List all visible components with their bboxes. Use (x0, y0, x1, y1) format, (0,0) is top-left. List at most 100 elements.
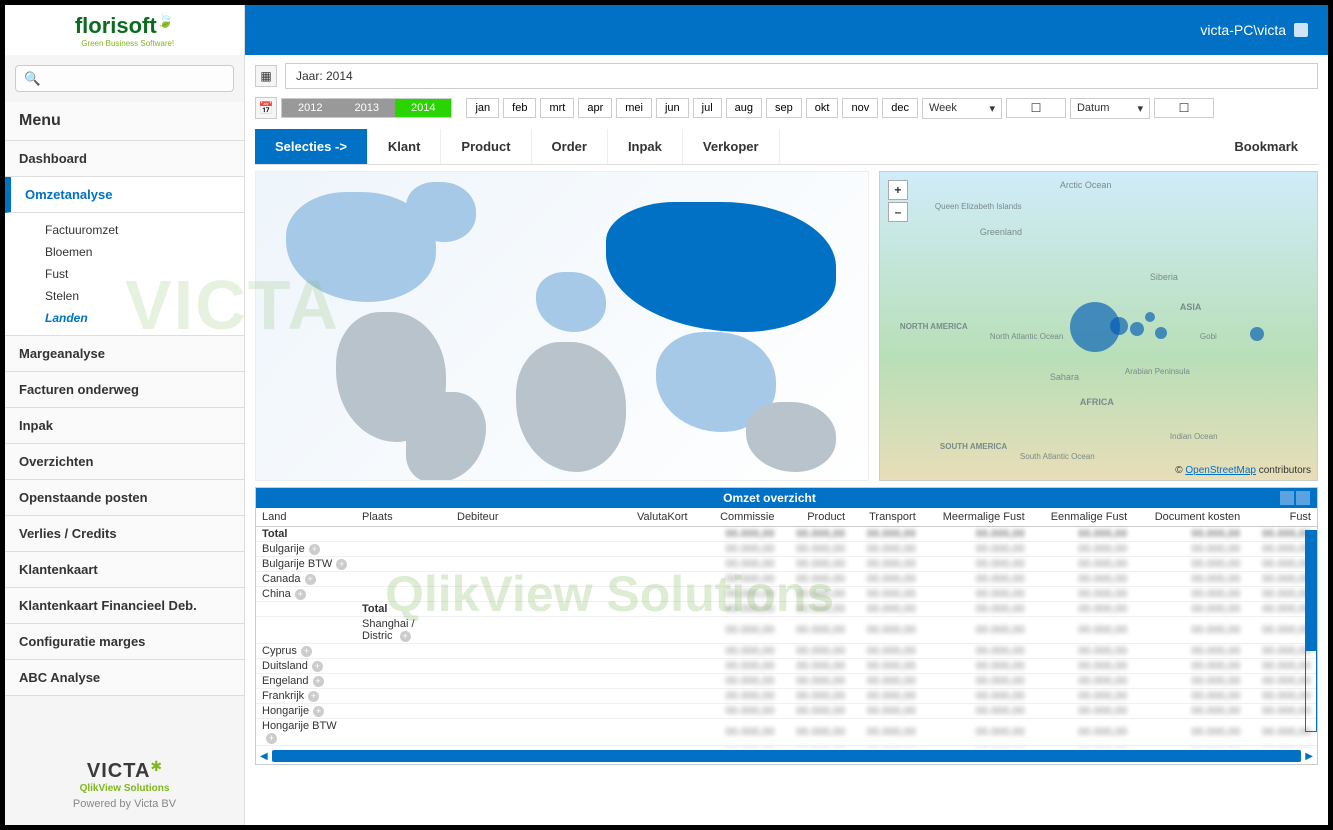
expand-icon[interactable]: + (313, 706, 324, 717)
month-jul[interactable]: jul (693, 98, 722, 118)
tab-klant[interactable]: Klant (368, 129, 442, 164)
table-row[interactable]: Bulgarije BTW+00.000,0000.000,0000.000,0… (256, 557, 1317, 572)
tab-inpak[interactable]: Inpak (608, 129, 683, 164)
expand-icon[interactable]: + (400, 631, 411, 642)
col-transport[interactable]: Transport (851, 508, 922, 527)
date-dropdown[interactable]: Datum▾ (1070, 98, 1150, 119)
table-row[interactable]: Cyprus+00.000,0000.000,0000.000,0000.000… (256, 644, 1317, 659)
month-jun[interactable]: jun (656, 98, 689, 118)
chevron-down-icon: ▾ (1137, 102, 1143, 115)
data-table: Land Plaats Debiteur ValutaKort Commissi… (256, 508, 1317, 748)
table-row[interactable]: Hongarije BTW+00.000,0000.000,0000.000,0… (256, 719, 1317, 746)
month-mei[interactable]: mei (616, 98, 652, 118)
col-land[interactable]: Land (256, 508, 356, 527)
scroll-left-icon[interactable]: ◀ (260, 751, 268, 762)
year-display[interactable]: Jaar: 2014 (285, 63, 1318, 89)
calendar-icon[interactable]: ▦ (255, 65, 277, 87)
tab-product[interactable]: Product (441, 129, 531, 164)
export-icon[interactable] (1296, 491, 1310, 505)
col-valutakort[interactable]: ValutaKort (631, 508, 704, 527)
menu-klantenkaart[interactable]: Klantenkaart (5, 552, 244, 588)
powered-by: Powered by Victa BV (20, 798, 229, 810)
col-fust[interactable]: Fust (1246, 508, 1317, 527)
month-mrt[interactable]: mrt (540, 98, 574, 118)
vertical-scrollbar[interactable] (1305, 530, 1317, 732)
submenu-bloemen[interactable]: Bloemen (45, 241, 244, 263)
month-okt[interactable]: okt (806, 98, 839, 118)
table-row: Total00.000,0000.000,0000.000,0000.000,0… (256, 602, 1317, 617)
menu-overzichten[interactable]: Overzichten (5, 444, 244, 480)
expand-icon[interactable]: + (336, 559, 347, 570)
month-sep[interactable]: sep (766, 98, 802, 118)
week-checkbox[interactable]: ☐ (1006, 98, 1066, 118)
col-document[interactable]: Document kosten (1133, 508, 1246, 527)
expand-icon[interactable]: + (313, 676, 324, 687)
month-dec[interactable]: dec (882, 98, 918, 118)
menu-openstaande[interactable]: Openstaande posten (5, 480, 244, 516)
bubble-map[interactable]: + – Arctic Ocean Greenland Queen Elizabe… (879, 171, 1318, 481)
table-row[interactable]: Bulgarije+00.000,0000.000,0000.000,0000.… (256, 542, 1317, 557)
scroll-right-icon[interactable]: ▶ (1305, 751, 1313, 762)
menu-omzetanalyse[interactable]: Omzetanalyse (5, 177, 244, 213)
menu-facturen[interactable]: Facturen onderweg (5, 372, 244, 408)
table-row[interactable]: Frankrijk+00.000,0000.000,0000.000,0000.… (256, 689, 1317, 704)
expand-icon[interactable]: + (301, 646, 312, 657)
tab-order[interactable]: Order (532, 129, 608, 164)
table-row[interactable]: China+00.000,0000.000,0000.000,0000.000,… (256, 587, 1317, 602)
osm-link[interactable]: OpenStreetMap (1185, 465, 1256, 476)
year-2014[interactable]: 2014 (395, 99, 451, 117)
menu-dashboard[interactable]: Dashboard (5, 141, 244, 177)
submenu-omzetanalyse: Factuuromzet Bloemen Fust Stelen Landen (5, 213, 244, 336)
month-apr[interactable]: apr (578, 98, 612, 118)
menu-abc[interactable]: ABC Analyse (5, 660, 244, 696)
date-checkbox[interactable]: ☐ (1154, 98, 1214, 118)
col-product[interactable]: Product (780, 508, 851, 527)
expand-icon[interactable]: + (266, 733, 277, 744)
victa-logo: VICTA (87, 760, 151, 782)
table-row[interactable]: Hongarije+00.000,0000.000,0000.000,0000.… (256, 704, 1317, 719)
tab-bookmark[interactable]: Bookmark (1214, 129, 1318, 164)
col-debiteur[interactable]: Debiteur (451, 508, 631, 527)
user-icon[interactable] (1294, 23, 1308, 37)
table-row[interactable]: Canada+00.000,0000.000,0000.000,0000.000… (256, 572, 1317, 587)
year-2013[interactable]: 2013 (338, 99, 394, 117)
menu-inpak[interactable]: Inpak (5, 408, 244, 444)
table-row[interactable]: Engeland+00.000,0000.000,0000.000,0000.0… (256, 674, 1317, 689)
expand-icon[interactable]: + (308, 691, 319, 702)
col-eenmalige[interactable]: Eenmalige Fust (1031, 508, 1134, 527)
table-row[interactable]: Shanghai / Distric +00.000,0000.000,0000… (256, 617, 1317, 644)
col-commissie[interactable]: Commissie (704, 508, 781, 527)
submenu-stelen[interactable]: Stelen (45, 285, 244, 307)
table-row[interactable]: Duitsland+00.000,0000.000,0000.000,0000.… (256, 659, 1317, 674)
month-jan[interactable]: jan (466, 98, 499, 118)
print-icon[interactable] (1280, 491, 1294, 505)
choropleth-map[interactable] (255, 171, 869, 481)
menu-configuratie[interactable]: Configuratie marges (5, 624, 244, 660)
col-meermalige[interactable]: Meermalige Fust (922, 508, 1031, 527)
submenu-landen[interactable]: Landen (45, 307, 244, 329)
table-row[interactable]: India+00.000,0000.000,0000.000,0000.000,… (256, 746, 1317, 749)
zoom-out-button[interactable]: – (888, 202, 908, 222)
menu-verlies[interactable]: Verlies / Credits (5, 516, 244, 552)
week-dropdown[interactable]: Week▾ (922, 98, 1002, 119)
tab-verkoper[interactable]: Verkoper (683, 129, 780, 164)
horizontal-scrollbar[interactable]: ◀ ▶ (256, 748, 1317, 764)
search-input[interactable] (15, 65, 234, 92)
expand-icon[interactable]: + (312, 661, 323, 672)
tab-selecties[interactable]: Selecties -> (255, 129, 368, 164)
menu-klantenkaart-fin[interactable]: Klantenkaart Financieel Deb. (5, 588, 244, 624)
expand-icon[interactable]: + (305, 574, 316, 585)
expand-icon[interactable]: + (295, 589, 306, 600)
expand-icon[interactable]: + (309, 544, 320, 555)
col-plaats[interactable]: Plaats (356, 508, 451, 527)
month-nov[interactable]: nov (842, 98, 878, 118)
header-bar: victa-PC\victa (245, 5, 1328, 55)
menu-margeanalyse[interactable]: Margeanalyse (5, 336, 244, 372)
date-icon[interactable]: 📅 (255, 97, 277, 119)
month-aug[interactable]: aug (726, 98, 762, 118)
submenu-factuuromzet[interactable]: Factuuromzet (45, 219, 244, 241)
zoom-in-button[interactable]: + (888, 180, 908, 200)
year-2012[interactable]: 2012 (282, 99, 338, 117)
month-feb[interactable]: feb (503, 98, 536, 118)
submenu-fust[interactable]: Fust (45, 263, 244, 285)
